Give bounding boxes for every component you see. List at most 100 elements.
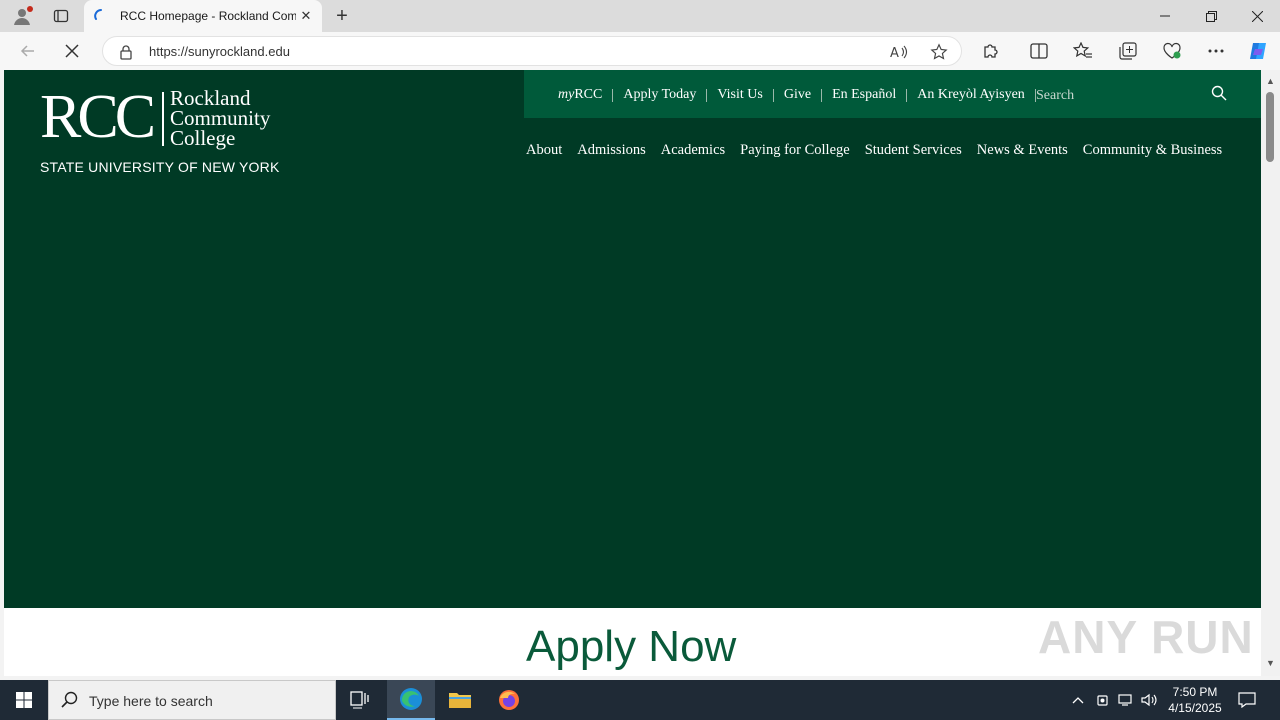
edge-icon (400, 688, 422, 710)
logo-name-line-3: College (170, 126, 236, 150)
read-aloud-button[interactable]: A (889, 42, 909, 62)
split-screen-icon (1030, 43, 1048, 59)
browser-essentials-button[interactable] (1160, 40, 1184, 62)
taskbar-search-box[interactable]: Type here to search (48, 680, 336, 720)
nav-about[interactable]: About (526, 142, 562, 159)
settings-more-button[interactable] (1204, 40, 1228, 62)
split-screen-button[interactable] (1027, 40, 1051, 62)
apply-now-heading: Apply Now (526, 622, 737, 671)
main-nav: About Admissions Academics Paying for Co… (526, 142, 1237, 159)
separator (706, 88, 708, 102)
logo-divider (162, 92, 164, 146)
copilot-button[interactable] (1246, 40, 1270, 62)
svg-text:A: A (890, 46, 899, 60)
tab-close-icon[interactable]: ✕ (298, 8, 314, 24)
close-icon (1251, 10, 1263, 22)
page-viewport: RCC Rockland Community College STATE UNI… (4, 70, 1261, 676)
edge-taskbar-button[interactable] (387, 680, 435, 720)
favorites-button[interactable] (1071, 40, 1095, 62)
utility-link-give[interactable]: Give (784, 87, 811, 103)
favorites-icon (1073, 42, 1092, 58)
back-arrow-icon (20, 45, 34, 57)
network-icon (1118, 694, 1132, 706)
stop-loading-button[interactable] (58, 37, 86, 65)
start-button[interactable] (0, 680, 48, 720)
scroll-down-icon[interactable]: ▼ (1266, 658, 1275, 668)
utility-link-myrcc[interactable]: myRCC (558, 87, 602, 103)
lock-icon[interactable] (119, 44, 133, 60)
heart-pulse-icon (1163, 42, 1181, 59)
collections-icon (1119, 42, 1137, 60)
nav-paying-for-college[interactable]: Paying for College (740, 142, 850, 159)
logo-initials: RCC (40, 83, 156, 151)
separator (821, 88, 823, 102)
nav-community-business[interactable]: Community & Business (1083, 142, 1222, 159)
new-tab-button[interactable]: + (330, 4, 354, 28)
search-icon[interactable] (1211, 85, 1227, 101)
browser-tab-bar: RCC Homepage - Rockland Com ✕ + (0, 0, 1280, 32)
browser-toolbar: https://sunyrockland.edu A (0, 32, 1280, 70)
minimize-button[interactable] (1142, 0, 1188, 32)
network-tray-button[interactable] (1116, 690, 1136, 710)
firefox-button[interactable] (485, 680, 533, 720)
utility-link-kreyol[interactable]: An Kreyòl Ayisyen (917, 87, 1025, 103)
nav-news-events[interactable]: News & Events (977, 142, 1068, 159)
collections-button[interactable] (1116, 40, 1140, 62)
task-view-icon (350, 691, 369, 709)
rcc-logo[interactable]: RCC Rockland Community College STATE UNI… (40, 83, 290, 178)
separator (612, 88, 614, 102)
tab-actions-button[interactable] (48, 4, 74, 28)
add-favorite-button[interactable] (929, 42, 949, 62)
site-search-input[interactable]: Search (1036, 88, 1074, 104)
notification-dot (27, 6, 33, 12)
browser-tab-active[interactable]: RCC Homepage - Rockland Com ✕ (84, 0, 322, 32)
logo-name-line-2: Community (170, 106, 271, 130)
chevron-up-icon (1072, 697, 1084, 704)
logo-tagline: STATE UNIVERSITY OF NEW YORK (40, 159, 280, 175)
utility-link-apply-today[interactable]: Apply Today (623, 87, 696, 103)
separator (772, 88, 774, 102)
tab-actions-icon (53, 9, 69, 23)
back-button[interactable] (14, 37, 42, 65)
hero-section: RCC Rockland Community College STATE UNI… (4, 70, 1261, 608)
windows-taskbar: Type here to search 7:50 PM 4/15/2025 (0, 680, 1280, 720)
star-icon (930, 43, 948, 60)
utility-link-espanol[interactable]: En Español (832, 87, 896, 103)
scroll-up-icon[interactable]: ▲ (1266, 76, 1275, 86)
page-scrollbar[interactable]: ▲ ▼ (1261, 70, 1280, 676)
clock-date: 4/15/2025 (1168, 701, 1222, 715)
tab-title: RCC Homepage - Rockland Com (120, 9, 296, 23)
volume-tray-button[interactable] (1140, 690, 1160, 710)
read-aloud-icon: A (890, 45, 908, 60)
scroll-thumb[interactable] (1266, 92, 1274, 162)
puzzle-icon (984, 44, 998, 58)
copilot-icon (1250, 43, 1266, 59)
volume-icon (1141, 693, 1157, 707)
more-options-icon (1208, 49, 1224, 53)
task-view-button[interactable] (336, 680, 384, 720)
logo-name-line-1: Rockland (170, 86, 251, 110)
logo-college-name: Rockland Community College (170, 86, 271, 150)
utility-link-visit-us[interactable]: Visit Us (717, 87, 762, 103)
firefox-icon (499, 690, 519, 710)
restore-button[interactable] (1188, 0, 1234, 32)
profile-button[interactable] (8, 3, 36, 29)
meet-now-icon (1097, 695, 1108, 706)
nav-student-services[interactable]: Student Services (865, 142, 962, 159)
myrcc-suffix: RCC (574, 87, 603, 102)
file-explorer-button[interactable] (436, 680, 484, 720)
address-bar[interactable]: https://sunyrockland.edu A (102, 36, 962, 66)
notification-center-button[interactable] (1237, 690, 1257, 710)
show-hidden-icons[interactable] (1068, 690, 1088, 710)
close-window-button[interactable] (1234, 0, 1280, 32)
anyrun-watermark: ANY RUN (1038, 611, 1254, 663)
nav-academics[interactable]: Academics (661, 142, 725, 159)
taskbar-search-placeholder: Type here to search (89, 693, 213, 709)
loading-spinner-icon (94, 9, 102, 20)
notification-icon (1238, 692, 1256, 708)
system-clock[interactable]: 7:50 PM 4/15/2025 (1162, 684, 1228, 716)
tray-device-icon[interactable] (1093, 690, 1113, 710)
extensions-button[interactable] (979, 40, 1003, 62)
url-text[interactable]: https://sunyrockland.edu (149, 44, 290, 59)
nav-admissions[interactable]: Admissions (577, 142, 646, 159)
